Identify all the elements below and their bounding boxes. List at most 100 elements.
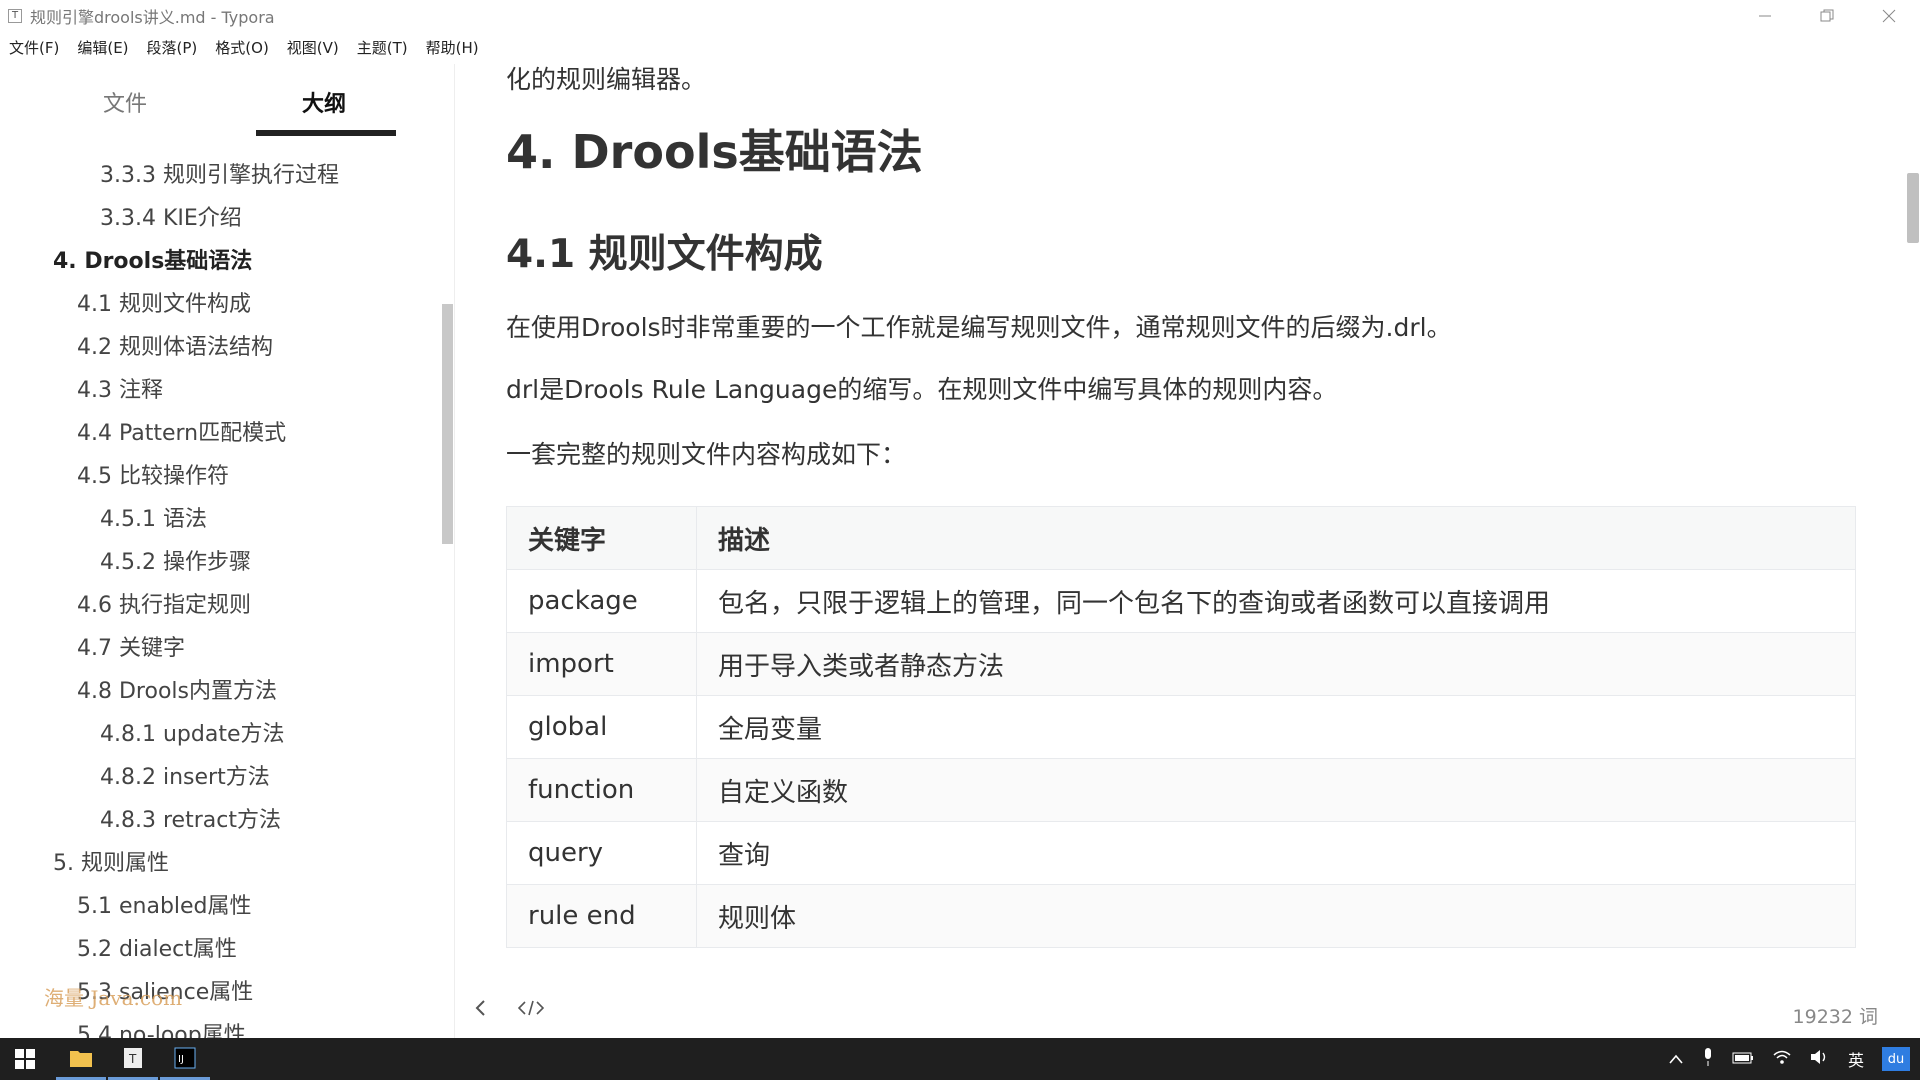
du-badge[interactable]: du (1882, 1047, 1910, 1071)
table-cell-keyword: rule end (506, 884, 697, 948)
table-cell-description: 自定义函数 (696, 758, 1856, 822)
code-icon (517, 1000, 545, 1016)
restore-button[interactable] (1796, 0, 1858, 32)
windows-logo-icon (15, 1049, 35, 1069)
system-tray: 英 du (1668, 1038, 1920, 1080)
table-cell-description: 全局变量 (696, 695, 1856, 759)
taskbar: T IJ 英 du (0, 1038, 1920, 1080)
outline-item[interactable]: 4.8.2 insert方法 (0, 756, 440, 799)
sidebar: 文件 大纲 3.3.3 规则引擎执行过程 3.3.4 KIE介绍 4. Drools… (0, 64, 455, 1038)
active-tab-indicator (256, 130, 396, 136)
sidebar-tabs: 文件 大纲 (0, 64, 454, 136)
footer-controls (474, 998, 545, 1022)
close-button[interactable] (1858, 0, 1920, 32)
menu-file[interactable]: 文件(F) (0, 37, 68, 58)
outline-item[interactable]: 4.1 规则文件构成 (0, 283, 440, 326)
table-row: package 包名，只限于逻辑上的管理，同一个包名下的查询或者函数可以直接调用 (506, 569, 1856, 633)
outline-item[interactable]: 4. Drools基础语法 (0, 240, 440, 283)
table-header-row: 关键字 描述 (506, 506, 1856, 570)
table-cell-keyword: function (506, 758, 697, 822)
minimize-button[interactable] (1734, 0, 1796, 32)
chevron-left-icon (475, 1000, 485, 1016)
outline-item[interactable]: 4.5 比较操作符 (0, 455, 440, 498)
menu-paragraph[interactable]: 段落(P) (138, 37, 207, 58)
table-cell-keyword: global (506, 695, 697, 759)
watermark: 海量 Java.com (44, 986, 183, 1010)
table-cell-description: 用于导入类或者静态方法 (696, 632, 1856, 696)
taskbar-file-explorer[interactable] (56, 1038, 106, 1080)
table-row: rule end 规则体 (506, 884, 1856, 948)
table-cell-description: 规则体 (696, 884, 1856, 948)
table-cell-description: 查询 (696, 821, 1856, 885)
outline-item[interactable]: 3.3.3 规则引擎执行过程 (0, 154, 440, 197)
volume-icon[interactable] (1810, 1049, 1830, 1069)
sidebar-scrollbar[interactable] (442, 304, 453, 544)
menu-edit[interactable]: 编辑(E) (68, 37, 137, 58)
tab-outline[interactable]: 大纲 (302, 86, 346, 118)
svg-text:IJ: IJ (178, 1054, 184, 1065)
outline-item[interactable]: 4.6 执行指定规则 (0, 584, 440, 627)
outline-item[interactable]: 4.8.1 update方法 (0, 713, 440, 756)
typora-icon: T (124, 1047, 142, 1068)
heading-2: 4.1 规则文件构成 (506, 232, 823, 277)
heading-1: 4. Drools基础语法 (506, 125, 923, 179)
outline-item[interactable]: 4.3 注释 (0, 369, 440, 412)
folder-icon (70, 1050, 92, 1067)
battery-icon[interactable] (1732, 1050, 1754, 1069)
outline-item[interactable]: 4.5.1 语法 (0, 498, 440, 541)
outline-item[interactable]: 5. 规则属性 (0, 842, 440, 885)
outline-item[interactable]: 4.5.2 操作步骤 (0, 541, 440, 584)
outline-item[interactable]: 3.3.4 KIE介绍 (0, 197, 440, 240)
outline-item[interactable]: 4.8.3 retract方法 (0, 799, 440, 842)
start-button[interactable] (0, 1038, 50, 1080)
outline-item[interactable]: 4.8 Drools内置方法 (0, 670, 440, 713)
table-row: import 用于导入类或者静态方法 (506, 632, 1856, 696)
taskbar-typora[interactable]: T (108, 1038, 158, 1080)
wifi-icon[interactable] (1772, 1049, 1792, 1069)
paragraph-3: 一套完整的规则文件内容构成如下： (506, 440, 907, 469)
paragraph-1: 在使用Drools时非常重要的一个工作就是编写规则文件，通常规则文件的后缀为.d… (506, 313, 1452, 342)
title-bar: T 规则引擎drools讲义.md - Typora (0, 0, 1920, 32)
minimize-icon (1759, 15, 1771, 17)
toggle-sidebar-button[interactable] (474, 998, 488, 1022)
menu-view[interactable]: 视图(V) (278, 37, 348, 58)
taskbar-intellij[interactable]: IJ (160, 1038, 210, 1080)
table-cell-keyword: package (506, 569, 697, 633)
close-icon (1882, 9, 1896, 23)
table-row: function 自定义函数 (506, 758, 1856, 822)
table-header-description: 描述 (696, 506, 1856, 570)
intellij-icon: IJ (174, 1047, 196, 1068)
outline-item[interactable]: 4.2 规则体语法结构 (0, 326, 440, 369)
source-mode-button[interactable] (517, 998, 545, 1022)
table-row: query 查询 (506, 821, 1856, 885)
microphone-icon[interactable] (1702, 1047, 1714, 1071)
typora-app-icon: T (8, 9, 22, 23)
outline-list: 3.3.3 规则引擎执行过程 3.3.4 KIE介绍 4. Drools基础语法 4.… (0, 154, 440, 1038)
outline-item[interactable]: 5.2 dialect属性 (0, 928, 440, 971)
window-title: 规则引擎drools讲义.md - Typora (30, 8, 275, 27)
outline-item[interactable]: 5.1 enabled属性 (0, 885, 440, 928)
content-scrollbar[interactable] (1907, 173, 1919, 243)
table-cell-keyword: query (506, 821, 697, 885)
menu-format[interactable]: 格式(O) (206, 37, 278, 58)
input-language-indicator[interactable]: 英 (1848, 1047, 1864, 1071)
previous-paragraph: 化的规则编辑器。 (506, 65, 707, 94)
window-controls (1734, 0, 1920, 32)
table-header-keyword: 关键字 (506, 506, 697, 570)
word-count[interactable]: 19232 词 (1793, 1002, 1878, 1029)
outline-item[interactable]: 5.4 no-loop属性 (0, 1014, 440, 1038)
keyword-table: 关键字 描述 package 包名，只限于逻辑上的管理，同一个包名下的查询或者函… (506, 506, 1856, 948)
menu-bar: 文件(F) 编辑(E) 段落(P) 格式(O) 视图(V) 主题(T) 帮助(H… (0, 34, 488, 60)
table-row: global 全局变量 (506, 695, 1856, 759)
chevron-up-icon[interactable] (1668, 1050, 1684, 1069)
paragraph-2: drl是Drools Rule Language的缩写。在规则文件中编写具体的规… (506, 375, 1338, 404)
svg-text:T: T (128, 1052, 137, 1066)
menu-help[interactable]: 帮助(H) (417, 37, 488, 58)
table-cell-keyword: import (506, 632, 697, 696)
menu-theme[interactable]: 主题(T) (348, 37, 417, 58)
editor-content[interactable]: 化的规则编辑器。 4. Drools基础语法 4.1 规则文件构成 在使用Dro… (456, 60, 1906, 1038)
restore-icon (1820, 9, 1834, 22)
outline-item[interactable]: 4.4 Pattern匹配模式 (0, 412, 440, 455)
tab-files[interactable]: 文件 (103, 86, 147, 118)
outline-item[interactable]: 4.7 关键字 (0, 627, 440, 670)
